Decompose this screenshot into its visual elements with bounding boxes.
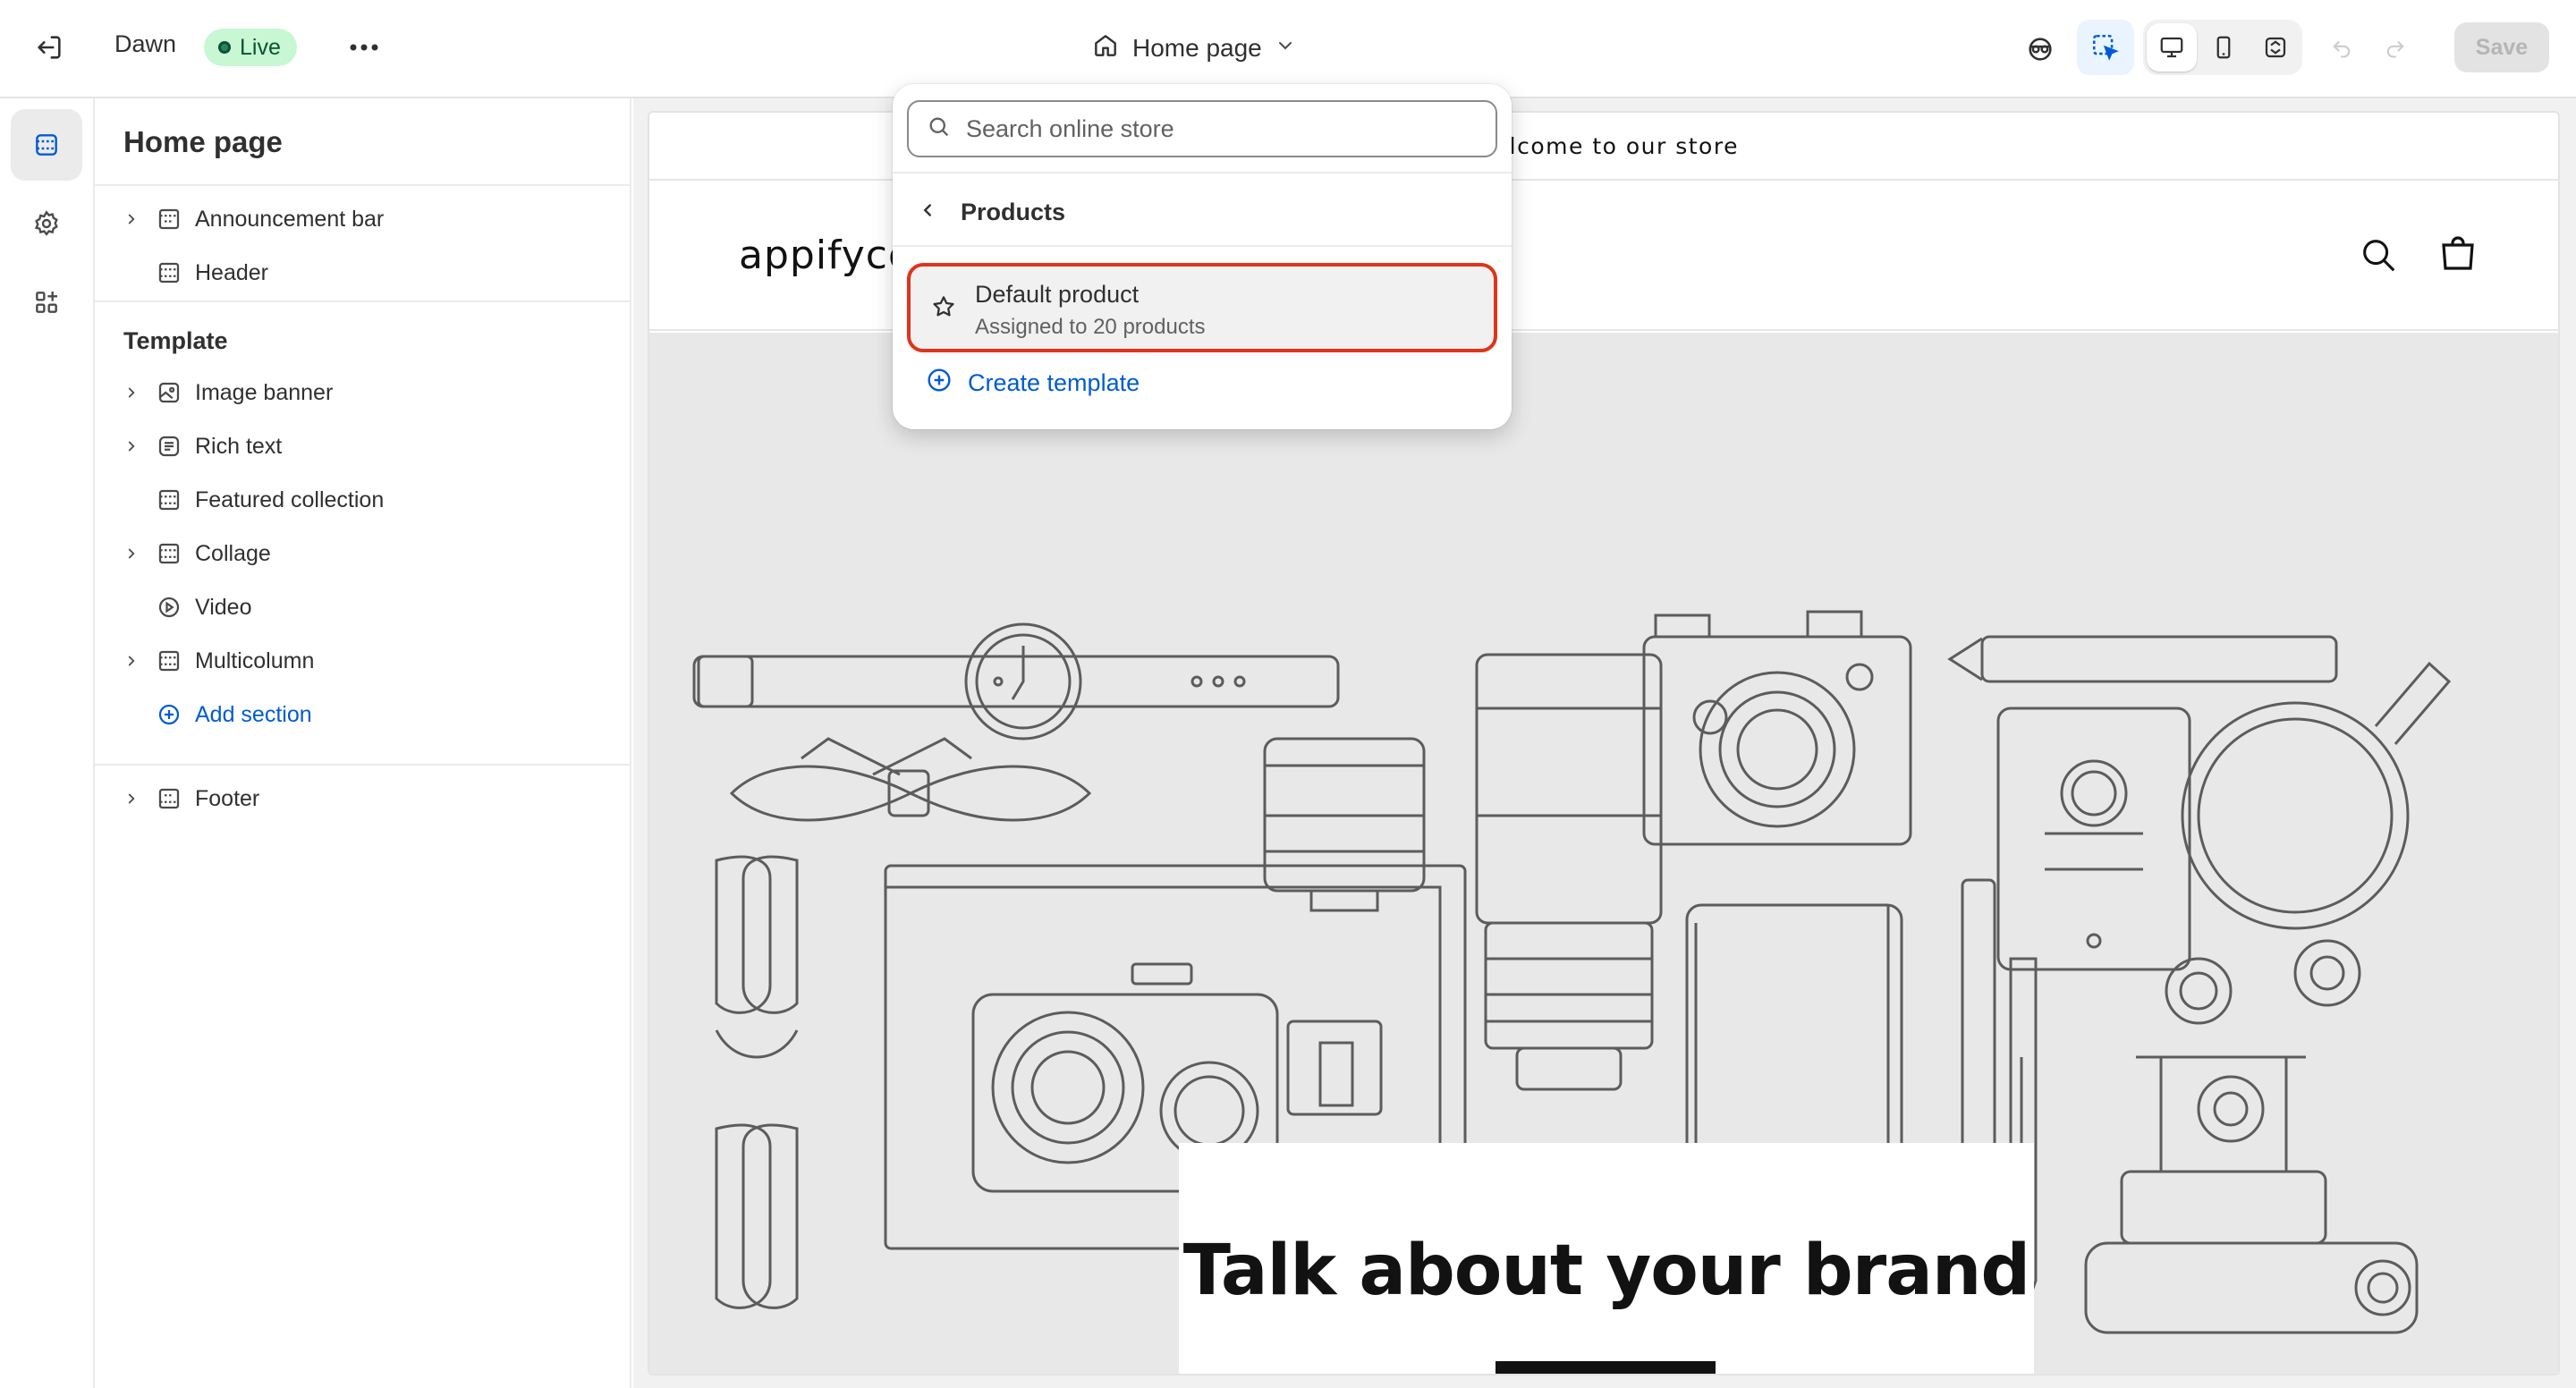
apps-icon[interactable] <box>11 267 82 338</box>
tree-item-label: Video <box>195 594 252 620</box>
banner-heading[interactable]: Talk about your brand <box>1179 1231 2034 1311</box>
create-template-label: Create template <box>968 368 1140 396</box>
select-element-icon[interactable] <box>2077 20 2134 75</box>
tree-item-label: Announcement bar <box>195 206 385 232</box>
section-layout-icon <box>156 487 195 513</box>
mobile-view-icon[interactable] <box>2199 23 2249 72</box>
tree-item-image-banner[interactable]: Image banner <box>123 370 333 415</box>
plus-circle-icon <box>925 366 953 401</box>
inspector-icon[interactable] <box>2018 27 2063 72</box>
divider <box>893 172 1512 174</box>
device-toggle-group <box>2143 20 2302 75</box>
announcement-text: Welcome to our store <box>1472 132 1739 159</box>
sections-sidebar: Home page Announcement bar Header Templa… <box>95 98 631 1388</box>
template-picker-popover: Products Default product Assigned to 20 … <box>893 84 1512 429</box>
tree-item-label: Header <box>195 259 268 285</box>
tree-item-footer[interactable]: Footer <box>123 776 259 821</box>
create-template-button[interactable]: Create template <box>925 363 1140 402</box>
search-input[interactable] <box>966 114 1467 143</box>
section-layout-icon <box>156 259 195 286</box>
tree-item-header[interactable]: Header <box>123 250 268 295</box>
tree-item-label: Footer <box>195 785 260 811</box>
tree-item-video[interactable]: Video <box>123 585 252 630</box>
section-layout-icon <box>156 206 195 233</box>
banner-content-box: Talk about your brand <box>1179 1143 2034 1374</box>
live-dot-icon <box>218 41 231 54</box>
desktop-view-icon[interactable] <box>2147 23 2197 72</box>
chevron-right-icon[interactable] <box>123 546 156 562</box>
template-group-label: Template <box>123 327 228 354</box>
left-rail <box>0 98 95 1388</box>
chevron-down-icon <box>1275 34 1296 63</box>
tree-item-label: Rich text <box>195 433 283 459</box>
tree-item-label: Image banner <box>195 379 334 405</box>
status-badge-label: Live <box>240 34 281 60</box>
tree-item-announcement-bar[interactable]: Announcement bar <box>123 197 384 241</box>
divider <box>95 764 630 766</box>
chevron-right-icon[interactable] <box>123 438 156 454</box>
save-button[interactable]: Save <box>2454 22 2549 72</box>
exit-icon[interactable] <box>27 25 72 70</box>
settings-gear-icon[interactable] <box>11 188 82 259</box>
divider <box>893 245 1512 247</box>
template-option-default-product[interactable]: Default product Assigned to 20 products <box>907 263 1497 352</box>
tree-item-label: Featured collection <box>195 487 385 512</box>
section-layout-icon <box>156 540 195 567</box>
back-label: Products <box>961 198 1066 225</box>
chevron-right-icon[interactable] <box>123 791 156 807</box>
tree-item-rich-text[interactable]: Rich text <box>123 424 282 469</box>
tree-item-featured-collection[interactable]: Featured collection <box>123 478 384 522</box>
section-layout-icon <box>156 785 195 812</box>
divider <box>95 184 630 186</box>
search-icon <box>927 114 952 144</box>
page-selector[interactable]: Home page <box>1091 23 1296 73</box>
sidebar-title: Home page <box>123 125 283 158</box>
sections-icon[interactable] <box>11 109 82 181</box>
chevron-right-icon[interactable] <box>123 653 156 669</box>
cart-icon[interactable] <box>2436 233 2479 280</box>
chevron-right-icon[interactable] <box>123 385 156 401</box>
chevron-left-icon <box>918 199 937 226</box>
divider <box>95 300 630 302</box>
template-option-description: Assigned to 20 products <box>975 315 1206 339</box>
add-section-button[interactable]: Add section <box>123 692 312 737</box>
plus-circle-icon <box>156 701 195 728</box>
tree-item-collage[interactable]: Collage <box>123 531 271 576</box>
more-horizontal-icon[interactable] <box>342 27 386 68</box>
play-icon <box>156 594 195 621</box>
home-icon <box>1091 31 1120 66</box>
section-layout-icon <box>156 647 195 674</box>
add-section-label: Add section <box>195 701 312 727</box>
chevron-right-icon[interactable] <box>123 211 156 227</box>
undo-icon[interactable] <box>2322 27 2361 68</box>
search-field[interactable] <box>907 100 1497 157</box>
tree-item-label: Multicolumn <box>195 647 315 673</box>
fullscreen-icon[interactable] <box>2250 23 2301 72</box>
template-option-name: Default product <box>975 281 1140 308</box>
redo-icon[interactable] <box>2376 27 2415 68</box>
text-icon <box>156 433 195 460</box>
page-selector-label: Home page <box>1132 34 1262 62</box>
tree-item-label: Collage <box>195 540 271 566</box>
image-banner[interactable]: Talk about your brand <box>649 333 2558 1374</box>
status-badge: Live <box>204 29 297 66</box>
search-icon[interactable] <box>2358 234 2399 280</box>
back-to-products[interactable]: Products <box>918 190 1065 234</box>
image-icon <box>156 379 195 406</box>
theme-name: Dawn <box>114 30 177 57</box>
star-icon <box>930 293 957 325</box>
tree-item-multicolumn[interactable]: Multicolumn <box>123 639 314 683</box>
banner-button[interactable] <box>1496 1361 1716 1374</box>
